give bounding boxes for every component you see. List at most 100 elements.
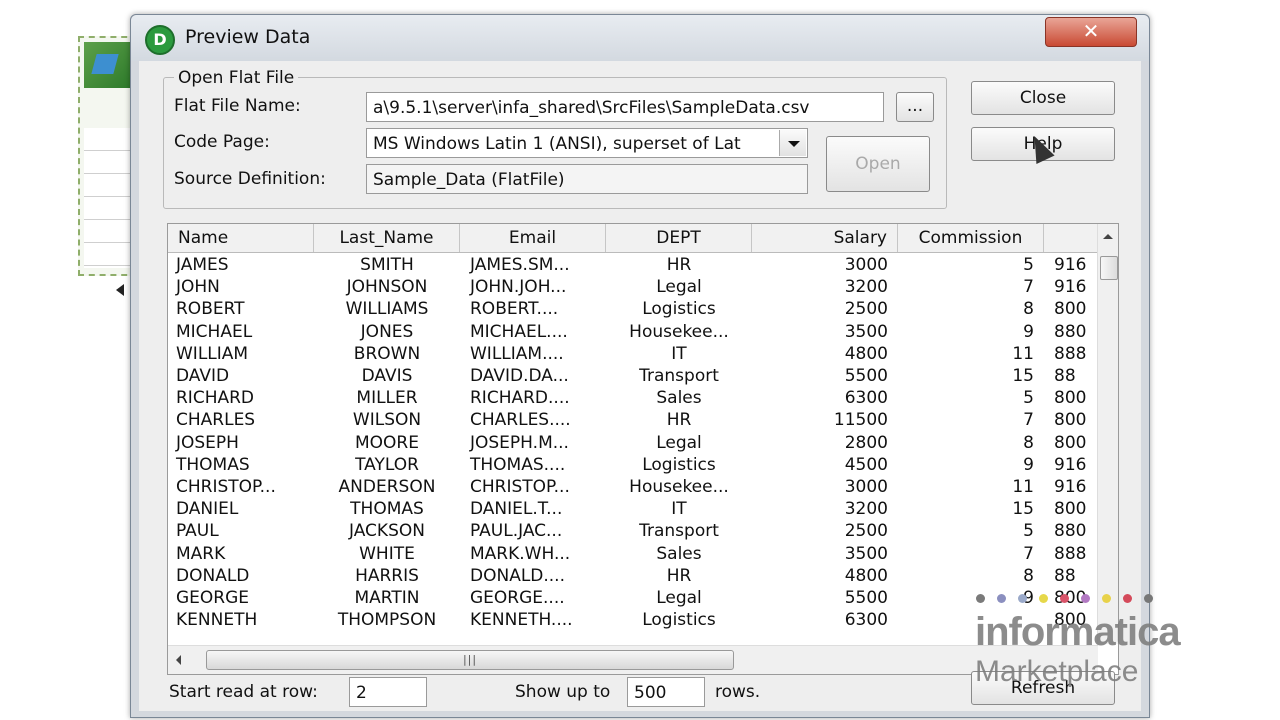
- cell-email: DANIEL.T...: [470, 499, 563, 520]
- show-up-to-label: Show up to: [515, 682, 611, 702]
- table-row[interactable]: JOSEPH MOORE JOSEPH.M... Legal 2800 8 800: [168, 432, 1098, 454]
- cell-phone: 888: [1054, 543, 1087, 564]
- browse-button[interactable]: ...: [896, 92, 934, 122]
- cell-name: ROBERT: [176, 299, 245, 320]
- table-row[interactable]: JAMES SMITH JAMES.SM... HR 3000 5 916: [168, 254, 1098, 276]
- table-row[interactable]: KENNETH THOMPSON KENNETH.... Logistics 6300 8…: [168, 609, 1098, 631]
- cell-dept: Housekee...: [629, 477, 729, 497]
- cell-commission: 5: [1023, 521, 1034, 542]
- cell-dept: Logistics: [642, 610, 716, 631]
- column-header-last-name[interactable]: Last_Name: [314, 224, 460, 252]
- cell-name: MARK: [176, 543, 226, 564]
- table-row[interactable]: WILLIAM BROWN WILLIAM.... IT 4800 11 888: [168, 343, 1098, 365]
- cell-dept: Transport: [639, 366, 719, 386]
- max-rows-input[interactable]: 500: [627, 677, 705, 707]
- informatica-d-icon: D: [145, 25, 175, 55]
- column-header-name[interactable]: Name: [168, 224, 314, 252]
- cell-last-name: JACKSON: [349, 521, 425, 542]
- cell-salary: 6300: [844, 388, 888, 409]
- cell-dept: Legal: [656, 588, 702, 608]
- code-page-value: MS Windows Latin 1 (ANSI), superset of L…: [373, 134, 741, 154]
- cell-phone: 888: [1054, 343, 1087, 364]
- horizontal-scrollbar[interactable]: |||: [168, 645, 1098, 674]
- cell-name: PAUL: [176, 521, 219, 542]
- code-page-select[interactable]: MS Windows Latin 1 (ANSI), superset of L…: [366, 128, 808, 158]
- cell-last-name: MARTIN: [354, 588, 420, 608]
- table-row[interactable]: DAVID DAVIS DAVID.DA... Transport 5500 15 88: [168, 365, 1098, 387]
- window-close-button[interactable]: ✕: [1045, 17, 1137, 47]
- table-row[interactable]: DANIEL THOMAS DANIEL.T... IT 3200 15 800: [168, 498, 1098, 520]
- cell-salary: 6300: [844, 610, 888, 631]
- table-row[interactable]: MICHAEL JONES MICHAEL.... Housekee... 3500 9 8…: [168, 321, 1098, 343]
- column-header-commission[interactable]: Commission: [898, 224, 1044, 252]
- cell-phone: 800: [1054, 432, 1087, 453]
- column-header-dept[interactable]: DEPT: [606, 224, 752, 252]
- cell-salary: 3200: [844, 499, 888, 520]
- table-row[interactable]: MARK WHITE MARK.WH... Sales 3500 7 888: [168, 543, 1098, 565]
- spreadsheet-rows: [84, 128, 132, 268]
- scroll-left-icon[interactable]: [176, 655, 181, 665]
- cell-dept: IT: [671, 343, 687, 364]
- cell-salary: 3500: [844, 321, 888, 342]
- cell-name: MICHAEL: [176, 321, 253, 342]
- horizontal-scroll-thumb[interactable]: |||: [206, 650, 734, 670]
- table-row[interactable]: PAUL JACKSON PAUL.JAC... Transport 2500 5 880: [168, 520, 1098, 542]
- column-header-phone[interactable]: [1044, 224, 1098, 252]
- cell-name: JOHN: [176, 277, 220, 298]
- cell-dept: HR: [666, 410, 692, 431]
- table-row[interactable]: GEORGE MARTIN GEORGE.... Legal 5500 9 800: [168, 587, 1098, 609]
- cell-salary: 2500: [844, 521, 888, 542]
- grid-rows: JAMES SMITH JAMES.SM... HR 3000 5 916 JOHN JOHNS…: [168, 254, 1098, 644]
- column-header-salary[interactable]: Salary: [752, 224, 898, 252]
- start-read-label: Start read at row:: [169, 682, 318, 702]
- cell-name: CHARLES: [176, 410, 256, 431]
- table-row[interactable]: JOHN JOHNSON JOHN.JOH... Legal 3200 7 916: [168, 276, 1098, 298]
- watermark-dot: [1018, 594, 1027, 603]
- cell-commission: 7: [1023, 543, 1034, 564]
- table-row[interactable]: THOMAS TAYLOR THOMAS.... Logistics 4500 9 916: [168, 454, 1098, 476]
- scroll-up-icon[interactable]: [1103, 234, 1113, 239]
- open-button[interactable]: Open: [826, 136, 930, 192]
- cell-last-name: HARRIS: [355, 565, 419, 586]
- cell-email: JOSEPH.M...: [470, 432, 569, 453]
- source-definition-field: Sample_Data (FlatFile): [366, 164, 808, 194]
- table-row[interactable]: DONALD HARRIS DONALD.... HR 4800 8 88: [168, 565, 1098, 587]
- column-header-email[interactable]: Email: [460, 224, 606, 252]
- table-row[interactable]: CHARLES WILSON CHARLES.... HR 11500 7 800: [168, 409, 1098, 431]
- watermark-dot: [1144, 594, 1153, 603]
- spreadsheet-logo-icon: [84, 42, 132, 88]
- vertical-scrollbar[interactable]: [1097, 224, 1118, 644]
- start-row-input[interactable]: 2: [349, 677, 427, 707]
- cell-phone: 880: [1054, 321, 1087, 342]
- cell-name: DONALD: [176, 565, 250, 586]
- cell-commission: 5: [1023, 255, 1034, 275]
- cell-last-name: BROWN: [353, 343, 421, 364]
- cell-email: JOHN.JOH...: [470, 277, 567, 298]
- watermark-dots: [976, 594, 1206, 606]
- table-row[interactable]: CHRISTOP... ANDERSON CHRISTOP... Housekee..…: [168, 476, 1098, 498]
- cell-dept: Legal: [656, 432, 702, 453]
- close-button[interactable]: Close: [971, 81, 1115, 115]
- cell-last-name: TAYLOR: [355, 454, 419, 475]
- chevron-down-icon[interactable]: [779, 130, 806, 156]
- cell-email: CHARLES....: [470, 410, 571, 431]
- cell-commission: 8: [1023, 565, 1034, 586]
- grid-header: Name Last_Name Email DEPT Salary Commiss…: [168, 224, 1098, 253]
- table-row[interactable]: RICHARD MILLER RICHARD.... Sales 6300 5 800: [168, 387, 1098, 409]
- cell-last-name: WILLIAMS: [345, 299, 429, 320]
- source-definition-label: Source Definition:: [174, 169, 326, 189]
- table-row[interactable]: ROBERT WILLIAMS ROBERT.... Logistics 2500 8 80…: [168, 298, 1098, 320]
- flat-file-name-input[interactable]: a\9.5.1\server\infa_shared\SrcFiles\Samp…: [366, 92, 884, 122]
- data-preview-grid[interactable]: Name Last_Name Email DEPT Salary Commiss…: [167, 223, 1119, 675]
- cell-last-name: WHITE: [359, 543, 415, 564]
- vertical-scroll-thumb[interactable]: [1100, 256, 1118, 280]
- cell-dept: Sales: [656, 388, 702, 409]
- watermark-dot: [1060, 594, 1069, 603]
- cell-dept: Housekee...: [629, 321, 729, 342]
- cell-last-name: MOORE: [355, 432, 419, 453]
- cell-email: RICHARD....: [470, 388, 570, 409]
- watermark-dot: [1123, 594, 1132, 603]
- cell-email: DAVID.DA...: [470, 366, 569, 386]
- cell-last-name: JOHNSON: [346, 277, 428, 298]
- cell-last-name: SMITH: [360, 255, 414, 275]
